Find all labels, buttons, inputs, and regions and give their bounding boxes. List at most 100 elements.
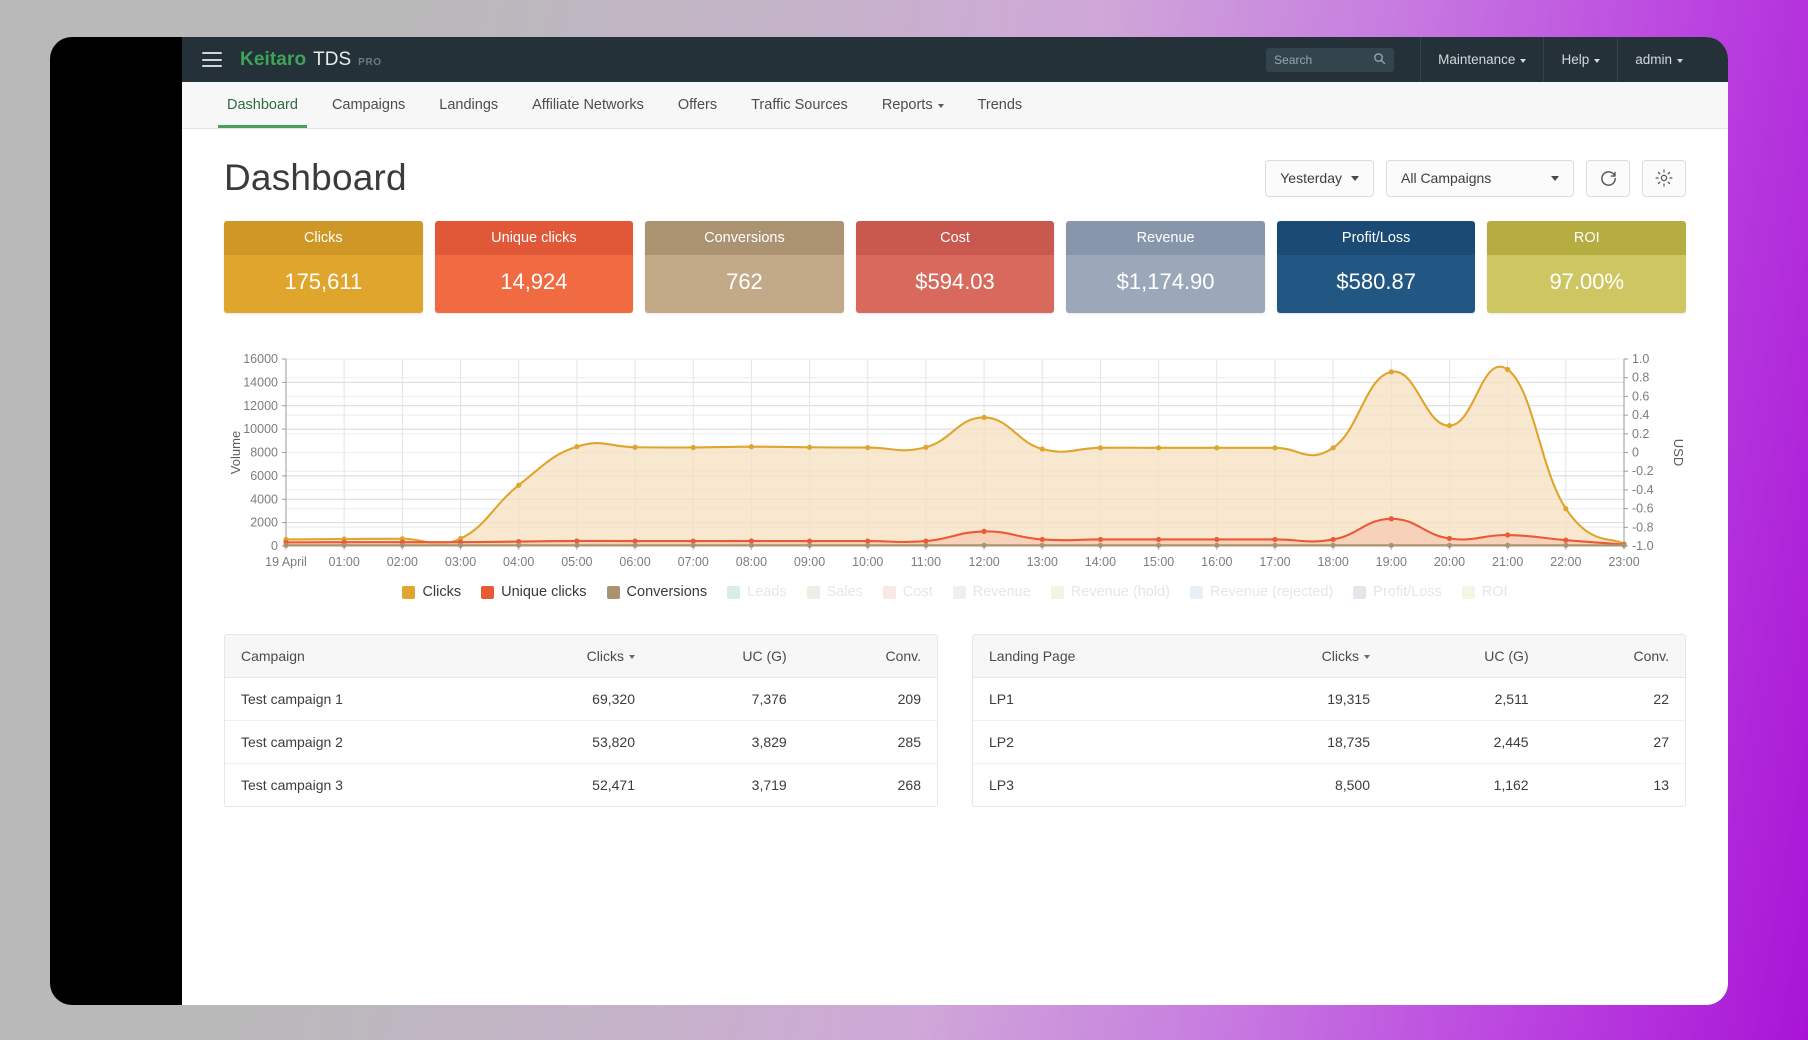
table-row[interactable]: Test campaign 169,3207,376209: [225, 678, 937, 721]
row-name-cell[interactable]: LP2: [973, 721, 1219, 764]
table-row[interactable]: LP218,7352,44527: [973, 721, 1685, 764]
row-name-cell[interactable]: Test campaign 2: [225, 721, 491, 764]
settings-button[interactable]: [1642, 160, 1686, 197]
landing-pages-table: Landing PageClicksUC (G)Conv. LP119,3152…: [973, 635, 1685, 806]
refresh-icon: [1599, 169, 1618, 188]
legend-label: Revenue: [973, 584, 1031, 600]
column-header-campaign[interactable]: Campaign: [225, 635, 491, 678]
column-header-uc-g[interactable]: UC (G): [1386, 635, 1545, 678]
tab-dashboard[interactable]: Dashboard: [210, 82, 315, 128]
tab-offers[interactable]: Offers: [661, 82, 734, 128]
tab-affiliate-networks[interactable]: Affiliate Networks: [515, 82, 661, 128]
kpi-card-unique-clicks[interactable]: Unique clicks 14,924: [435, 221, 634, 313]
kpi-card-roi[interactable]: ROI 97.00%: [1487, 221, 1686, 313]
kpi-card-conversions[interactable]: Conversions 762: [645, 221, 844, 313]
column-header-conv[interactable]: Conv.: [1545, 635, 1685, 678]
kpi-card-cost[interactable]: Cost $594.03: [856, 221, 1055, 313]
brand-logo[interactable]: Keitaro TDS PRO: [240, 49, 382, 71]
table-row[interactable]: LP119,3152,51122: [973, 678, 1685, 721]
column-header-clicks[interactable]: Clicks: [491, 635, 651, 678]
svg-text:16:00: 16:00: [1201, 555, 1232, 569]
kpi-label: Unique clicks: [435, 221, 634, 255]
table-row[interactable]: LP38,5001,16213: [973, 764, 1685, 807]
tab-campaigns-label: Campaigns: [332, 97, 405, 113]
search-icon[interactable]: [1373, 52, 1386, 67]
legend-swatch-icon: [807, 586, 820, 599]
row-name-cell[interactable]: Test campaign 1: [225, 678, 491, 721]
kpi-card-revenue[interactable]: Revenue $1,174.90: [1066, 221, 1265, 313]
svg-text:08:00: 08:00: [736, 555, 767, 569]
campaign-filter-select[interactable]: All Campaigns: [1386, 160, 1574, 197]
tab-traffic-sources[interactable]: Traffic Sources: [734, 82, 865, 128]
topbar-right-group: Maintenance Help admin: [1266, 37, 1700, 82]
tab-campaigns[interactable]: Campaigns: [315, 82, 422, 128]
row-value-cell: 8,500: [1219, 764, 1386, 807]
tab-dashboard-label: Dashboard: [227, 97, 298, 113]
kpi-card-profit-loss[interactable]: Profit/Loss $580.87: [1277, 221, 1476, 313]
legend-item-revenue-hold[interactable]: Revenue (hold): [1051, 584, 1170, 600]
svg-text:11:00: 11:00: [911, 555, 941, 569]
svg-text:0.4: 0.4: [1632, 408, 1649, 422]
svg-text:4000: 4000: [250, 492, 278, 506]
hamburger-icon[interactable]: [202, 52, 222, 67]
table-row[interactable]: Test campaign 352,4713,719268: [225, 764, 937, 807]
row-name-cell[interactable]: LP1: [973, 678, 1219, 721]
row-value-cell: 19,315: [1219, 678, 1386, 721]
table-row[interactable]: Test campaign 253,8203,829285: [225, 721, 937, 764]
nav-item-help[interactable]: Help: [1544, 37, 1617, 82]
svg-text:07:00: 07:00: [678, 555, 709, 569]
tab-landings-label: Landings: [439, 97, 498, 113]
legend-item-profit-loss[interactable]: Profit/Loss: [1353, 584, 1442, 600]
legend-item-revenue[interactable]: Revenue: [953, 584, 1031, 600]
legend-item-conversions[interactable]: Conversions: [607, 584, 708, 600]
svg-text:17:00: 17:00: [1259, 555, 1290, 569]
row-value-cell: 52,471: [491, 764, 651, 807]
tab-trends-label: Trends: [978, 97, 1023, 113]
column-header-clicks[interactable]: Clicks: [1219, 635, 1386, 678]
legend-item-roi[interactable]: ROI: [1462, 584, 1508, 600]
tab-reports[interactable]: Reports: [865, 82, 961, 128]
column-header-landing-page[interactable]: Landing Page: [973, 635, 1219, 678]
column-header-conv[interactable]: Conv.: [803, 635, 937, 678]
landing-pages-table-body: LP119,3152,51122LP218,7352,44527LP38,500…: [973, 678, 1685, 807]
row-value-cell: 3,719: [651, 764, 803, 807]
legend-label: ROI: [1482, 584, 1508, 600]
legend-label: Profit/Loss: [1373, 584, 1442, 600]
legend-item-unique-clicks[interactable]: Unique clicks: [481, 584, 586, 600]
kpi-card-row: Clicks 175,611 Unique clicks 14,924 Conv…: [224, 221, 1686, 313]
sort-descending-icon: [1364, 655, 1370, 659]
search-input[interactable]: [1274, 53, 1373, 67]
chart-plot-area[interactable]: 0200040006000800010000120001400016000-1.…: [224, 353, 1686, 578]
row-name-cell[interactable]: LP3: [973, 764, 1219, 807]
legend-item-clicks[interactable]: Clicks: [402, 584, 461, 600]
nav-item-admin[interactable]: admin: [1618, 37, 1700, 82]
svg-text:-0.6: -0.6: [1632, 502, 1654, 516]
tab-landings[interactable]: Landings: [422, 82, 515, 128]
tab-trends[interactable]: Trends: [961, 82, 1040, 128]
legend-swatch-icon: [1462, 586, 1475, 599]
kpi-label: ROI: [1487, 221, 1686, 255]
row-value-cell: 27: [1545, 721, 1685, 764]
nav-item-maintenance[interactable]: Maintenance: [1421, 37, 1543, 82]
svg-text:21:00: 21:00: [1492, 555, 1523, 569]
chevron-down-icon: [1351, 176, 1359, 181]
legend-item-leads[interactable]: Leads: [727, 584, 787, 600]
kpi-card-clicks[interactable]: Clicks 175,611: [224, 221, 423, 313]
main-tab-navigation: Dashboard Campaigns Landings Affiliate N…: [182, 82, 1728, 129]
row-value-cell: 7,376: [651, 678, 803, 721]
svg-text:-0.8: -0.8: [1632, 520, 1654, 534]
legend-item-revenue-rejected[interactable]: Revenue (rejected): [1190, 584, 1333, 600]
tab-traffic-sources-label: Traffic Sources: [751, 97, 848, 113]
legend-item-sales[interactable]: Sales: [807, 584, 863, 600]
svg-text:14000: 14000: [243, 375, 278, 389]
column-header-uc-g[interactable]: UC (G): [651, 635, 803, 678]
column-header-label: UC (G): [742, 648, 786, 664]
row-name-cell[interactable]: Test campaign 3: [225, 764, 491, 807]
row-value-cell: 13: [1545, 764, 1685, 807]
date-range-button[interactable]: Yesterday: [1265, 160, 1374, 197]
refresh-button[interactable]: [1586, 160, 1630, 197]
dashboard-toolbar: Yesterday All Campaigns: [1265, 160, 1686, 197]
desktop-background: Keitaro TDS PRO Ma: [0, 0, 1808, 1040]
search-box[interactable]: [1266, 48, 1394, 72]
legend-item-cost[interactable]: Cost: [883, 584, 933, 600]
